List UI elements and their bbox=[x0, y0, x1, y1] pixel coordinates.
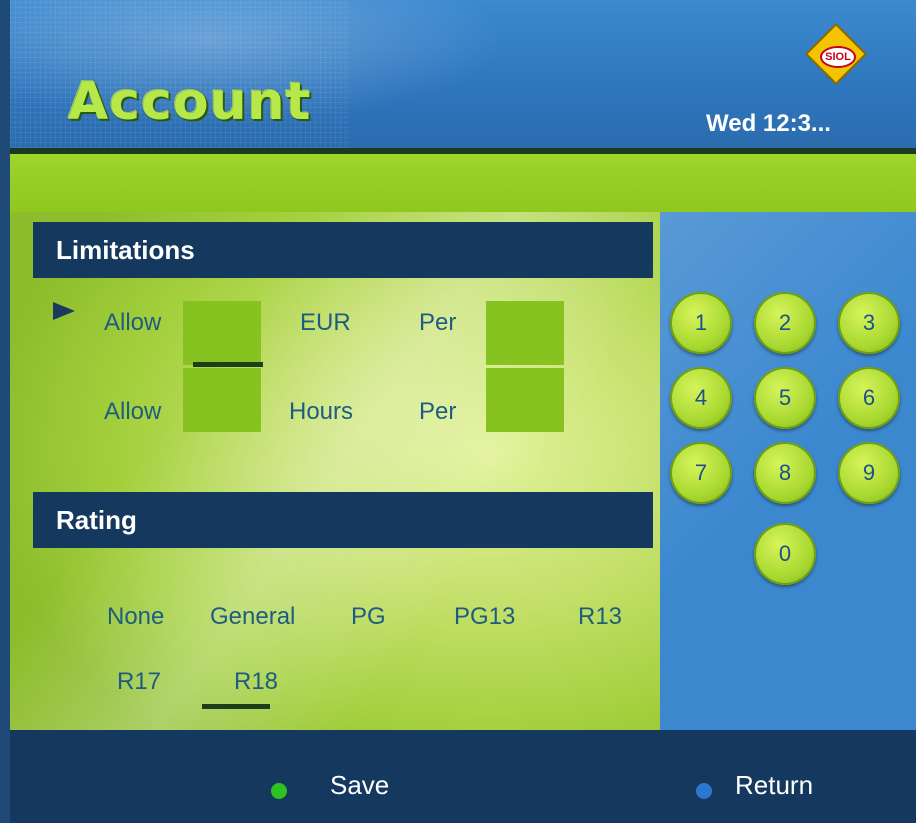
hours-label: Hours bbox=[289, 398, 354, 425]
amount-input-hours[interactable] bbox=[183, 368, 261, 432]
save-button[interactable]: Save bbox=[330, 770, 389, 801]
numpad-key-9[interactable]: 9 bbox=[838, 442, 900, 504]
return-dot-icon bbox=[696, 783, 712, 799]
period-input-eur[interactable] bbox=[486, 301, 564, 365]
input-cursor bbox=[193, 362, 263, 367]
numpad-key-5[interactable]: 5 bbox=[754, 367, 816, 429]
amount-input-eur[interactable] bbox=[183, 301, 261, 365]
rating-option-r18[interactable]: R18 bbox=[234, 668, 278, 696]
rating-option-none[interactable]: None bbox=[107, 603, 164, 631]
allow-label-2: Allow bbox=[104, 398, 162, 425]
rating-selected-underline bbox=[202, 704, 270, 709]
rating-header: Rating bbox=[33, 492, 653, 548]
clock: Wed 12:3... bbox=[706, 110, 831, 137]
limitations-header: Limitations bbox=[33, 222, 653, 278]
save-dot-icon bbox=[271, 783, 287, 799]
numpad-key-7[interactable]: 7 bbox=[670, 442, 732, 504]
numpad-key-2[interactable]: 2 bbox=[754, 292, 816, 354]
page-title: Account bbox=[68, 72, 312, 132]
siol-logo: SIOL bbox=[807, 25, 865, 83]
return-button[interactable]: Return bbox=[735, 770, 813, 801]
rating-option-general[interactable]: General bbox=[210, 603, 295, 631]
green-band bbox=[10, 148, 916, 212]
header-bar: Account SIOL Wed 12:3... bbox=[10, 0, 916, 148]
numpad-key-4[interactable]: 4 bbox=[670, 367, 732, 429]
per-label-1: Per bbox=[419, 309, 457, 336]
per-label-2: Per bbox=[419, 398, 457, 425]
eur-label: EUR bbox=[300, 309, 351, 336]
rating-option-pg[interactable]: PG bbox=[351, 603, 386, 631]
allow-label-1: Allow bbox=[104, 309, 162, 336]
rating-option-pg13[interactable]: PG13 bbox=[454, 603, 515, 631]
numpad-key-3[interactable]: 3 bbox=[838, 292, 900, 354]
row-pointer-icon bbox=[53, 302, 75, 320]
numpad-key-1[interactable]: 1 bbox=[670, 292, 732, 354]
logo-text: SIOL bbox=[820, 46, 856, 68]
rating-option-r17[interactable]: R17 bbox=[117, 668, 161, 696]
numpad-key-6[interactable]: 6 bbox=[838, 367, 900, 429]
numpad-key-8[interactable]: 8 bbox=[754, 442, 816, 504]
numpad-key-0[interactable]: 0 bbox=[754, 523, 816, 585]
period-input-hours[interactable] bbox=[486, 368, 564, 432]
main-panel bbox=[10, 212, 660, 730]
footer-bar: Save Return bbox=[10, 730, 916, 823]
rating-option-r13[interactable]: R13 bbox=[578, 603, 622, 631]
